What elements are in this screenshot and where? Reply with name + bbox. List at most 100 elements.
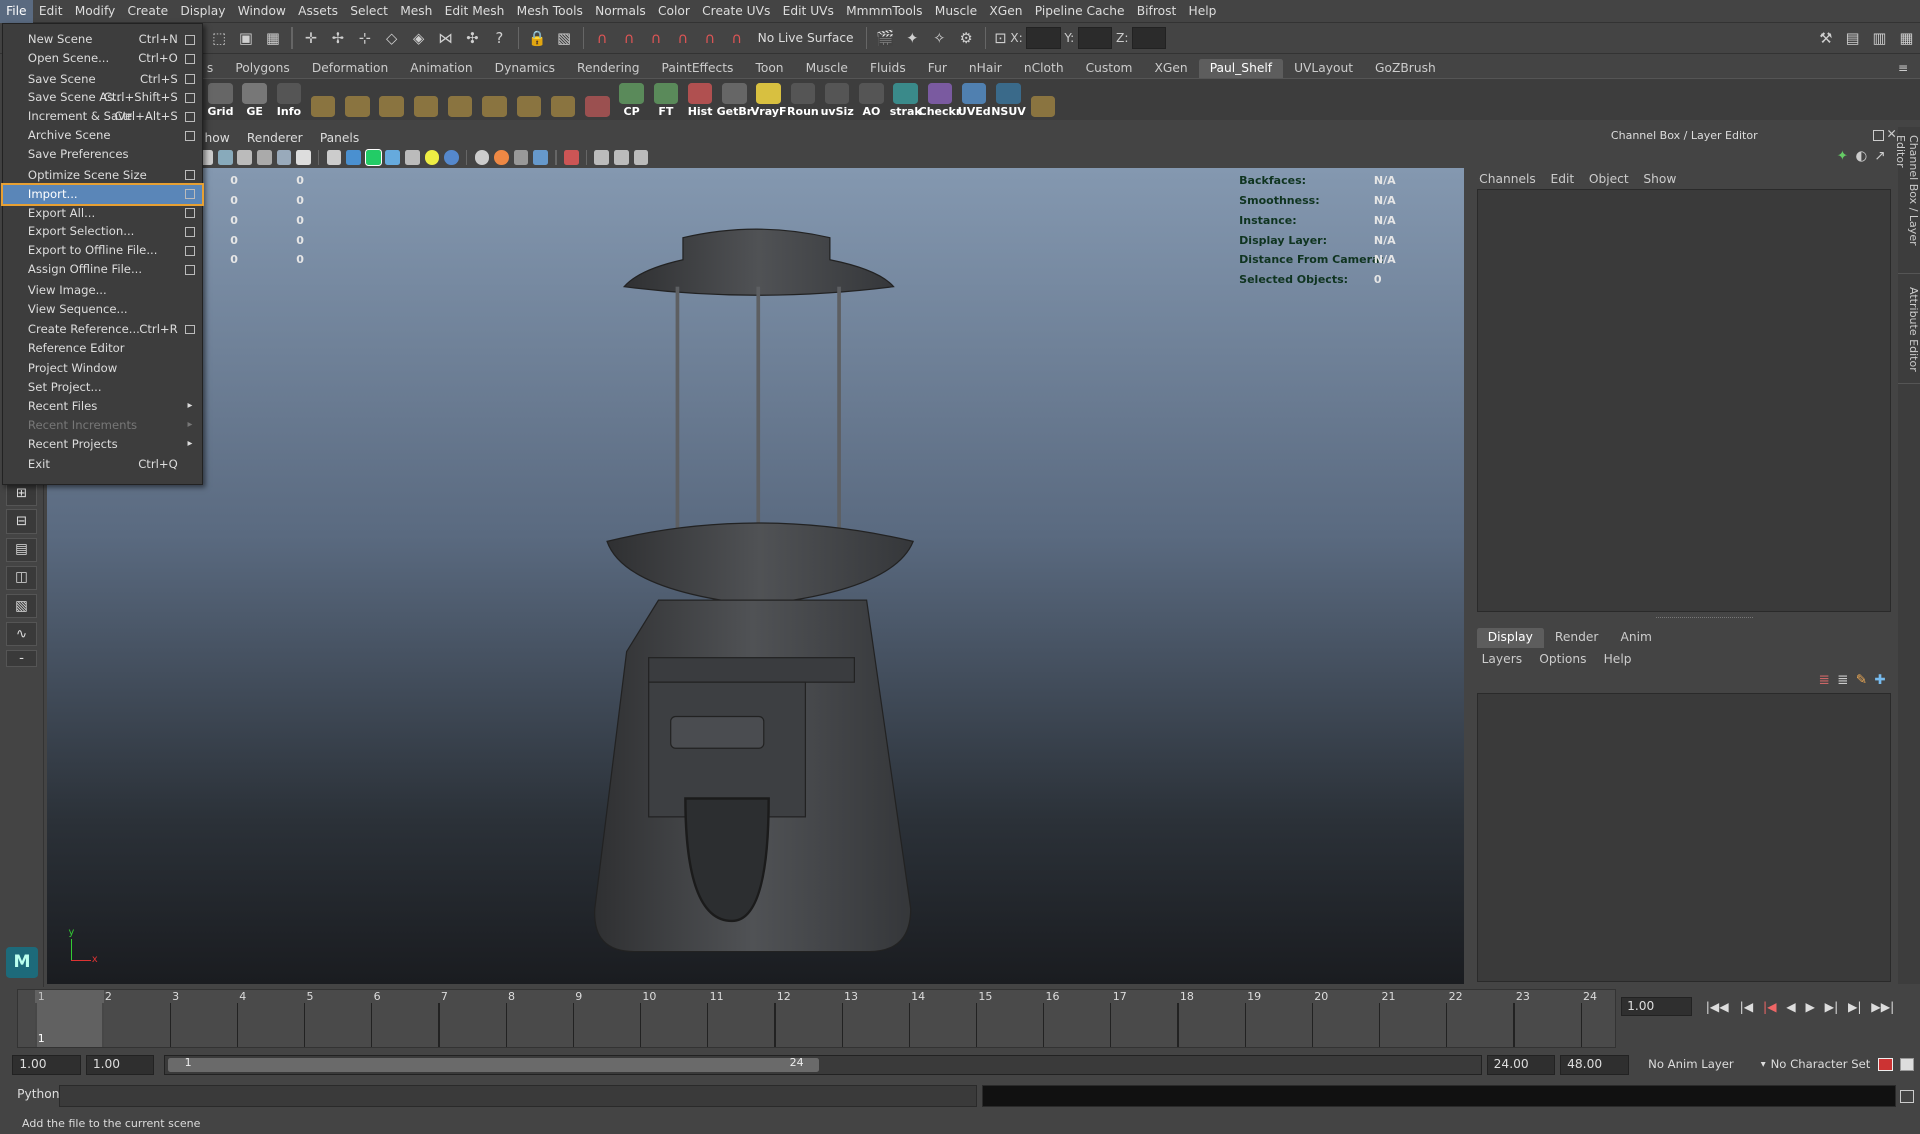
- file-menu-reference-editor[interactable]: Reference Editor: [3, 339, 202, 358]
- go-to-end-icon[interactable]: ▶▶|: [1871, 1000, 1894, 1014]
- x-field[interactable]: [1026, 27, 1061, 50]
- wireframe-on-shaded-icon[interactable]: [364, 149, 382, 166]
- channel-box-menu-object[interactable]: Object: [1589, 172, 1636, 186]
- layer-tab-anim[interactable]: Anim: [1609, 628, 1662, 648]
- layer-menu-options[interactable]: Options: [1539, 652, 1586, 666]
- toggle-channel-box-icon[interactable]: ▦: [1894, 26, 1918, 50]
- shelf-button-tool-8[interactable]: [479, 81, 511, 118]
- transform-mode-icon[interactable]: ⊡: [992, 26, 1009, 50]
- shelf-tab-gozbrush[interactable]: GoZBrush: [1364, 59, 1447, 79]
- time-slider[interactable]: 1 2 3 4 5 6 7 8 9 10 11 12 13 14 15 16 17 18 19 20 21 22 23 24 1: [17, 989, 1617, 1049]
- graph-persp-layout-icon[interactable]: ◫: [5, 565, 38, 591]
- file-menu-view-sequence[interactable]: View Sequence...: [3, 300, 202, 319]
- side-tab-attribute-editor[interactable]: Attribute Editor: [1897, 274, 1920, 385]
- render-settings-icon[interactable]: ⚙: [954, 26, 978, 50]
- playback-end-field[interactable]: 24.00: [1486, 1055, 1556, 1076]
- current-time-field[interactable]: 1.00: [1621, 996, 1693, 1017]
- shelf-tab-paul-shelf[interactable]: Paul_Shelf: [1198, 58, 1284, 79]
- shelf-tab-nhair[interactable]: nHair: [958, 59, 1013, 79]
- animation-preferences-icon[interactable]: [1900, 1057, 1914, 1072]
- channel-box-settings-icon[interactable]: ◐: [1855, 149, 1867, 164]
- magnet-surface-icon[interactable]: ∩: [671, 26, 695, 50]
- file-menu-archive-scene[interactable]: Archive Scene: [3, 126, 202, 145]
- shelf-tab-custom[interactable]: Custom: [1075, 59, 1144, 79]
- command-language-label[interactable]: Python: [17, 1087, 59, 1101]
- snap-point-icon[interactable]: ⊹: [353, 26, 377, 50]
- menu-modify[interactable]: Modify: [69, 0, 122, 23]
- shelf-tab-muscle[interactable]: Muscle: [795, 59, 859, 79]
- menu-create-uvs[interactable]: Create UVs: [696, 0, 776, 23]
- menu-mmmmtools[interactable]: MmmmTools: [840, 0, 929, 23]
- grid-icon[interactable]: [257, 150, 272, 165]
- file-menu-save-scene[interactable]: Save Scene Ctrl+S: [3, 70, 202, 89]
- shelf-button-hist[interactable]: Hist: [684, 81, 716, 118]
- default-material-icon[interactable]: [385, 150, 401, 165]
- shelf-tab-fluids[interactable]: Fluids: [859, 59, 917, 79]
- channel-box-key-icon[interactable]: ✦: [1837, 149, 1848, 164]
- command-input[interactable]: [58, 1084, 978, 1107]
- option-box-icon[interactable]: [185, 131, 195, 142]
- shelf-tab-toon[interactable]: Toon: [744, 59, 794, 79]
- z-field[interactable]: [1132, 27, 1167, 50]
- option-box-icon[interactable]: [185, 74, 195, 85]
- magnet-live-icon[interactable]: ∩: [698, 26, 722, 50]
- resolution-gate-icon[interactable]: [296, 150, 311, 165]
- file-menu-export-to-offline-file[interactable]: Export to Offline File...: [3, 241, 202, 260]
- toggle-modeling-toolkit-icon[interactable]: ⚒: [1814, 26, 1838, 50]
- shelf-button-tool-6[interactable]: [410, 81, 442, 118]
- side-tab-channel-box-layer-editor[interactable]: Channel Box / Layer Editor: [1894, 127, 1920, 275]
- move-layer-up-icon[interactable]: ≣: [1819, 673, 1830, 688]
- script-editor-icon[interactable]: [1900, 1089, 1914, 1104]
- option-box-icon[interactable]: [185, 324, 195, 335]
- shelf-tab-fur[interactable]: Fur: [917, 59, 958, 79]
- play-forward-icon[interactable]: ▶: [1805, 1000, 1814, 1014]
- snap-view-plane-icon[interactable]: ◇: [379, 26, 403, 50]
- shelf-tab-rendering[interactable]: Rendering: [566, 59, 651, 79]
- menu-pipeline-cache[interactable]: Pipeline Cache: [1029, 0, 1131, 23]
- option-box-icon[interactable]: [185, 170, 195, 181]
- menu-edit-uvs[interactable]: Edit UVs: [777, 0, 841, 23]
- menu-display[interactable]: Display: [174, 0, 231, 23]
- file-menu-save-preferences[interactable]: Save Preferences: [3, 145, 202, 164]
- file-menu-export-selection[interactable]: Export Selection...: [3, 222, 202, 241]
- option-box-icon[interactable]: [185, 112, 195, 123]
- float-panel-icon[interactable]: [1873, 129, 1885, 141]
- layout-collapse-icon[interactable]: -: [5, 650, 38, 668]
- file-menu-save-scene-as[interactable]: Save Scene As... Ctrl+Shift+S: [3, 88, 202, 107]
- xray-joints-icon[interactable]: [614, 150, 629, 165]
- viewport-menu-panels[interactable]: Panels: [311, 131, 368, 145]
- shelf-button-ge[interactable]: GE: [239, 81, 271, 118]
- option-box-icon[interactable]: [185, 227, 195, 238]
- graph-editor-layout-icon[interactable]: ∿: [5, 621, 38, 647]
- step-forward-key-icon[interactable]: ▶|: [1848, 1000, 1862, 1014]
- menu-create[interactable]: Create: [121, 0, 174, 23]
- option-box-icon[interactable]: [185, 93, 195, 104]
- shelf-button-tool-4[interactable]: [342, 81, 374, 118]
- magnet-view-icon[interactable]: ∩: [725, 26, 749, 50]
- layer-list[interactable]: [1476, 693, 1891, 983]
- menu-muscle[interactable]: Muscle: [929, 0, 984, 23]
- menu-bifrost[interactable]: Bifrost: [1131, 0, 1183, 23]
- layer-tab-render[interactable]: Render: [1544, 628, 1610, 648]
- menu-edit-mesh[interactable]: Edit Mesh: [439, 0, 511, 23]
- toggle-attribute-editor-icon[interactable]: ▤: [1840, 26, 1864, 50]
- shelf-button-grid[interactable]: Grid: [204, 81, 236, 118]
- menu-select[interactable]: Select: [344, 0, 394, 23]
- shelf-button-ao[interactable]: AO: [856, 81, 888, 118]
- file-menu-import[interactable]: Import...: [1, 182, 205, 206]
- shelf-button-tool-11[interactable]: [581, 81, 613, 118]
- menu-color[interactable]: Color: [652, 0, 696, 23]
- wireframe-icon[interactable]: [326, 150, 342, 165]
- shelf-button-roun[interactable]: Roun: [787, 81, 819, 118]
- file-menu-view-image[interactable]: View Image...: [3, 281, 202, 300]
- depth-of-field-icon[interactable]: [533, 150, 549, 165]
- file-menu-open-scene[interactable]: Open Scene... Ctrl+O: [3, 49, 202, 68]
- range-slider[interactable]: 1 24: [164, 1055, 1482, 1076]
- shelf-button-getbr[interactable]: GetBr: [717, 81, 752, 118]
- file-menu-set-project[interactable]: Set Project...: [3, 378, 202, 397]
- image-plane-icon[interactable]: [237, 150, 253, 165]
- soft-select-icon[interactable]: ✣: [460, 26, 484, 50]
- menu-mesh[interactable]: Mesh: [394, 0, 438, 23]
- playback-start-field[interactable]: 1.00: [85, 1055, 155, 1076]
- magnet-snap-icon[interactable]: ∩: [590, 26, 614, 50]
